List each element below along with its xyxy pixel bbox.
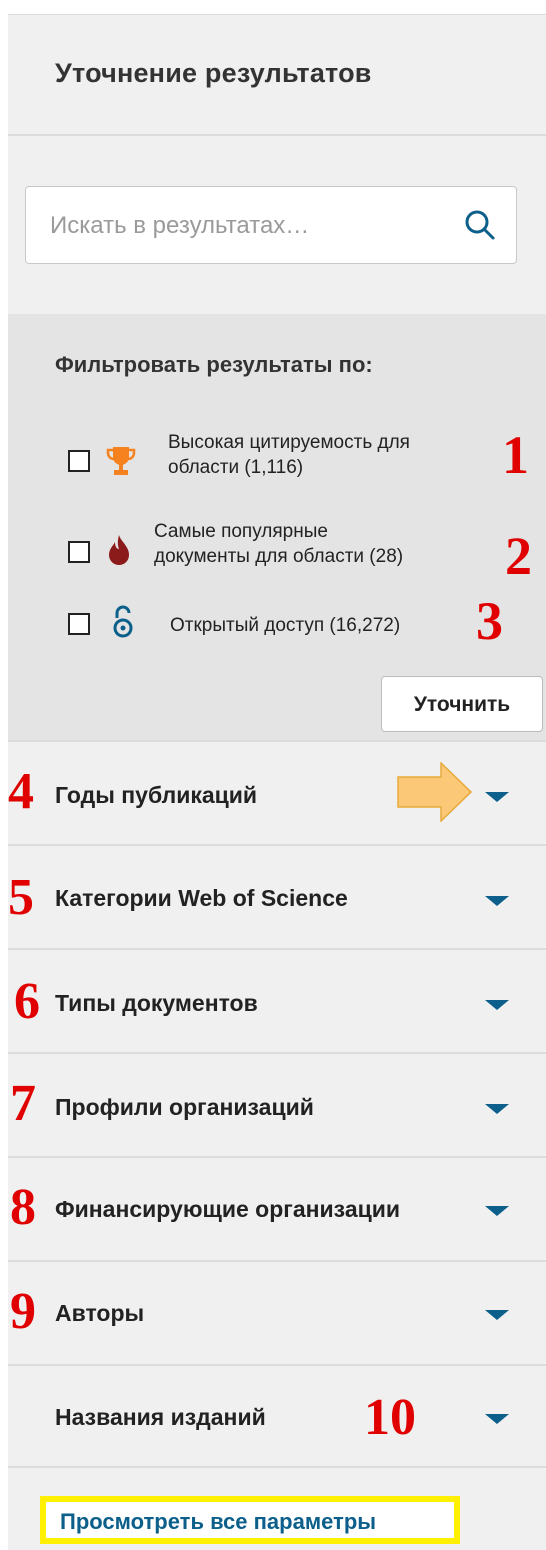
annotation-number: 9 — [10, 1283, 36, 1340]
divider — [8, 1466, 546, 1468]
annotation-number: 6 — [14, 973, 40, 1030]
chevron-down-icon[interactable] — [485, 1414, 509, 1424]
divider — [8, 740, 546, 742]
divider — [8, 1364, 546, 1366]
arrow-pointer-icon — [397, 762, 473, 822]
filter-label-line: области (1,116) — [168, 457, 304, 478]
section-publication-years[interactable]: Годы публикаций — [55, 782, 257, 809]
divider — [8, 1052, 546, 1054]
filter-label-hot-papers: Самые популярные документы для области (… — [154, 519, 403, 569]
chevron-down-icon[interactable] — [485, 1206, 509, 1216]
chevron-down-icon[interactable] — [485, 1310, 509, 1320]
filter-label-highly-cited: Высокая цитируемость для области (1,116) — [168, 430, 410, 480]
filter-title: Фильтровать результаты по: — [55, 352, 373, 377]
annotation-number: 10 — [364, 1389, 416, 1446]
open-access-icon — [113, 605, 133, 638]
section-publication-titles[interactable]: Названия изданий — [55, 1404, 266, 1431]
annotation-number: 2 — [505, 526, 532, 586]
filter-checkbox-hot-papers[interactable] — [68, 541, 90, 563]
filter-label-open-access: Открытый доступ (16,272) — [170, 613, 400, 638]
annotation-number: 5 — [8, 869, 34, 926]
divider — [8, 1260, 546, 1262]
refine-button[interactable]: Уточнить — [381, 676, 543, 732]
divider — [8, 134, 546, 136]
annotation-number: 3 — [476, 591, 503, 651]
view-all-options-label[interactable]: Просмотреть все параметры — [60, 1509, 376, 1535]
annotation-number: 7 — [10, 1075, 36, 1132]
filter-label-line: документы для области (28) — [154, 546, 404, 567]
trophy-icon — [106, 447, 136, 475]
filter-label-line: Высокая цитируемость для — [168, 432, 410, 453]
search-input[interactable] — [48, 205, 452, 247]
annotation-number: 8 — [10, 1179, 36, 1236]
annotation-number: 1 — [502, 425, 529, 485]
divider — [8, 948, 546, 950]
section-organization-profiles[interactable]: Профили организаций — [55, 1094, 314, 1121]
filter-label-line: Самые популярные — [154, 521, 328, 542]
section-wos-categories[interactable]: Категории Web of Science — [55, 885, 348, 912]
divider — [8, 844, 546, 846]
search-icon[interactable] — [462, 207, 498, 243]
filter-checkbox-open-access[interactable] — [68, 613, 90, 635]
panel-title: Уточнение результатов — [55, 58, 372, 88]
filter-checkbox-highly-cited[interactable] — [68, 450, 90, 472]
chevron-down-icon[interactable] — [485, 792, 509, 802]
view-all-options-link[interactable]: Просмотреть все параметры — [40, 1496, 460, 1544]
divider — [8, 1156, 546, 1158]
chevron-down-icon[interactable] — [485, 1000, 509, 1010]
search-box[interactable] — [25, 186, 517, 264]
filter-label-line: Открытый доступ (16,272) — [170, 615, 401, 636]
chevron-down-icon[interactable] — [485, 1104, 509, 1114]
fire-icon — [109, 535, 129, 565]
chevron-down-icon[interactable] — [485, 896, 509, 906]
section-document-types[interactable]: Типы документов — [55, 990, 258, 1017]
section-authors[interactable]: Авторы — [55, 1300, 144, 1327]
section-funding-agencies[interactable]: Финансирующие организации — [55, 1196, 400, 1223]
annotation-number: 4 — [8, 763, 34, 820]
